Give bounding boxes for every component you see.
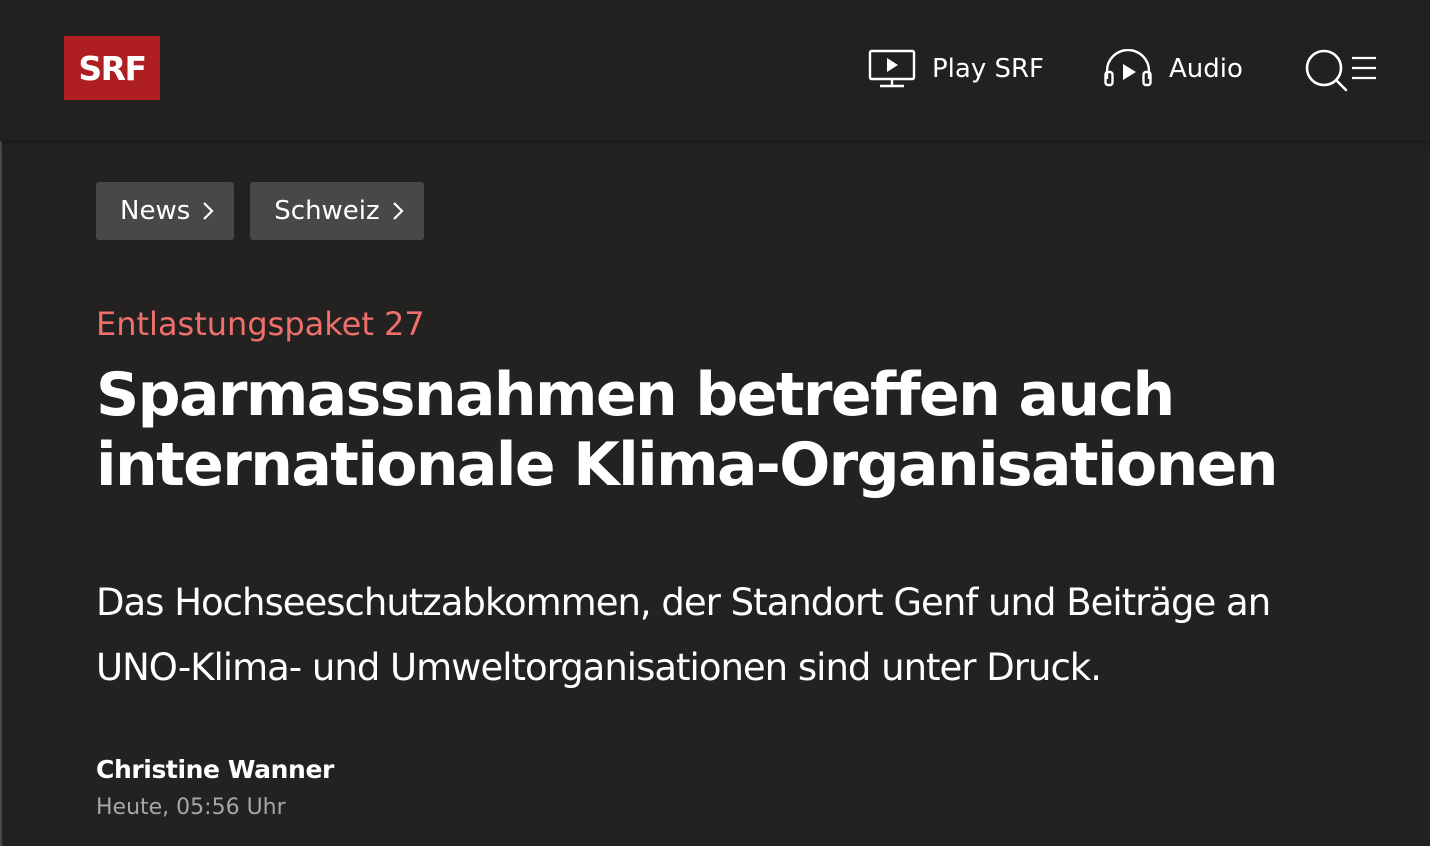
site-header: SRF Play SRF Audio xyxy=(0,0,1430,141)
breadcrumb-label: Schweiz xyxy=(274,196,380,226)
chevron-right-icon xyxy=(392,201,404,221)
tv-play-icon xyxy=(868,49,916,89)
search-icon xyxy=(1305,49,1348,92)
breadcrumb: News Schweiz xyxy=(96,182,424,240)
audio-link[interactable]: Audio xyxy=(1103,44,1243,94)
article-kicker: Entlastungspaket 27 xyxy=(96,305,425,343)
logo-text: SRF xyxy=(78,48,147,88)
article-author[interactable]: Christine Wanner xyxy=(96,752,334,788)
hamburger-menu-icon xyxy=(1352,56,1376,80)
breadcrumb-label: News xyxy=(120,196,191,226)
article-lead: Das Hochseeschutzabkommen, der Standort … xyxy=(96,581,1271,689)
breadcrumb-schweiz[interactable]: Schweiz xyxy=(250,182,424,240)
article-page: SRF Play SRF Audio News Schweiz Entlastu… xyxy=(0,0,1430,846)
audio-label: Audio xyxy=(1169,54,1243,84)
article-date: Heute, 05:56 Uhr xyxy=(96,795,286,820)
play-srf-label: Play SRF xyxy=(932,54,1045,84)
breadcrumb-news[interactable]: News xyxy=(96,182,235,240)
srf-logo[interactable]: SRF xyxy=(64,36,160,100)
headphones-play-icon xyxy=(1103,49,1153,89)
play-srf-link[interactable]: Play SRF xyxy=(868,44,1044,94)
article-title: Sparmassnahmen betreffen auch internatio… xyxy=(96,360,1279,500)
chevron-right-icon xyxy=(202,201,214,221)
search-menu-button[interactable] xyxy=(1304,48,1378,94)
